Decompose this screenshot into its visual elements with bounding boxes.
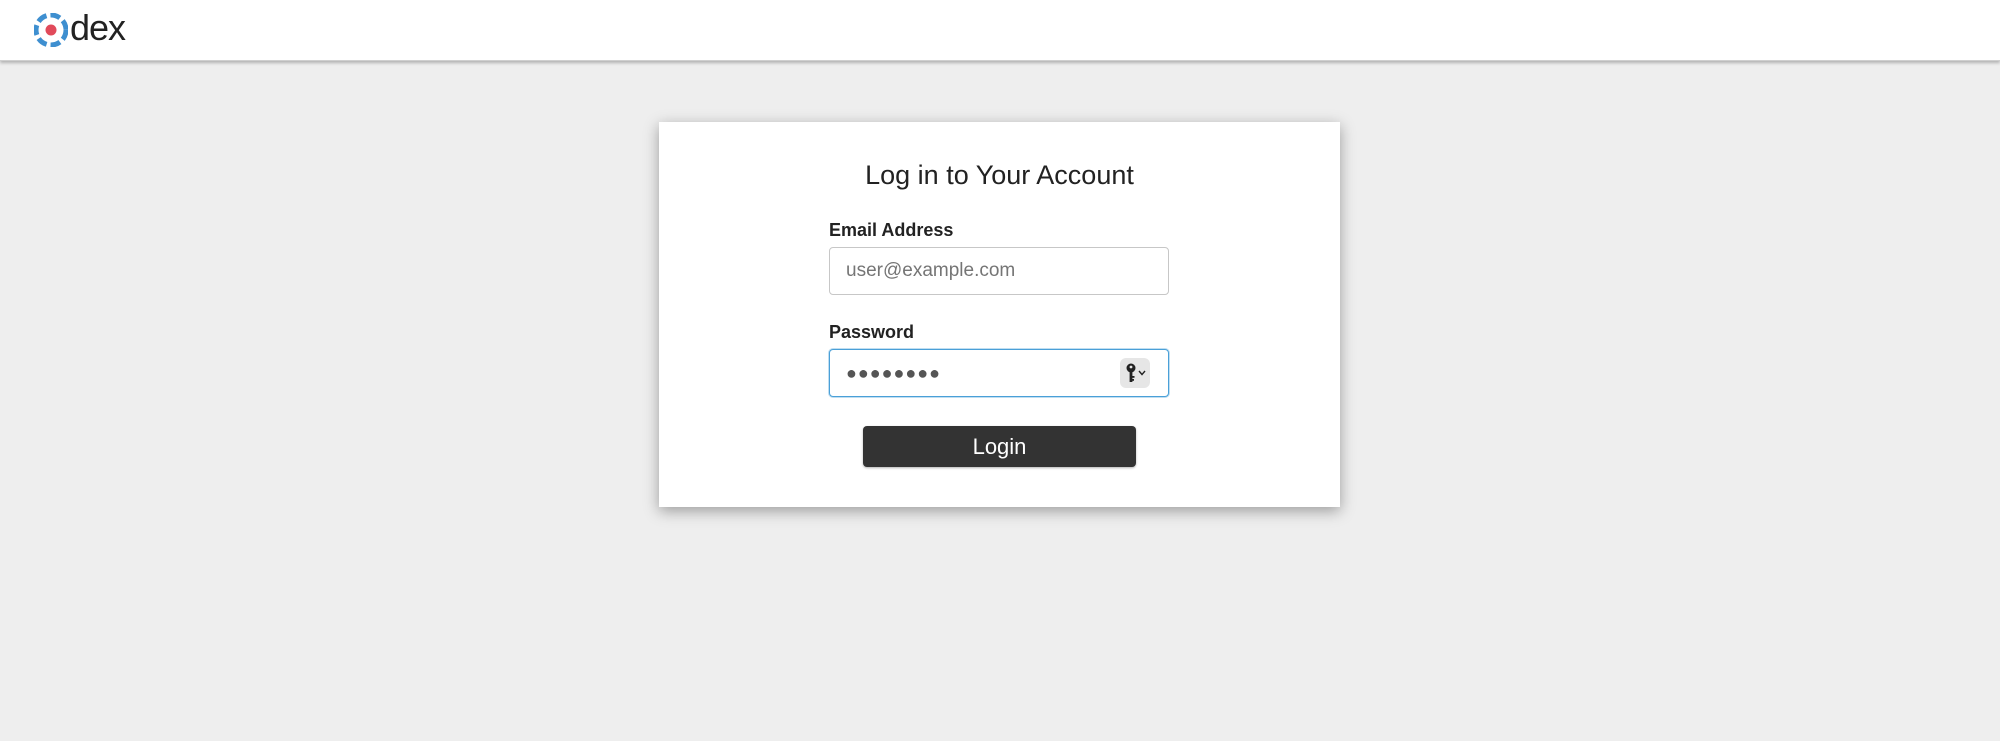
login-card: Log in to Your Account Email Address Pas…	[659, 122, 1340, 507]
dex-logo[interactable]: dex	[34, 7, 126, 48]
password-field[interactable]: ●●●●●●●●	[829, 349, 1169, 397]
password-label: Password	[829, 322, 915, 342]
login-button[interactable]: Login	[863, 426, 1136, 467]
password-masked-value: ●●●●●●●●	[846, 362, 941, 383]
email-label: Email Address	[829, 220, 954, 240]
top-bar: dex	[0, 0, 2000, 61]
dex-logo-icon	[34, 13, 68, 47]
chevron-down-icon	[1137, 370, 1146, 376]
brand-name: dex	[70, 7, 126, 48]
password-autofill-button[interactable]	[1120, 358, 1150, 388]
page-title: Log in to Your Account	[865, 160, 1134, 190]
email-field[interactable]	[829, 247, 1169, 295]
key-icon	[1126, 363, 1135, 382]
